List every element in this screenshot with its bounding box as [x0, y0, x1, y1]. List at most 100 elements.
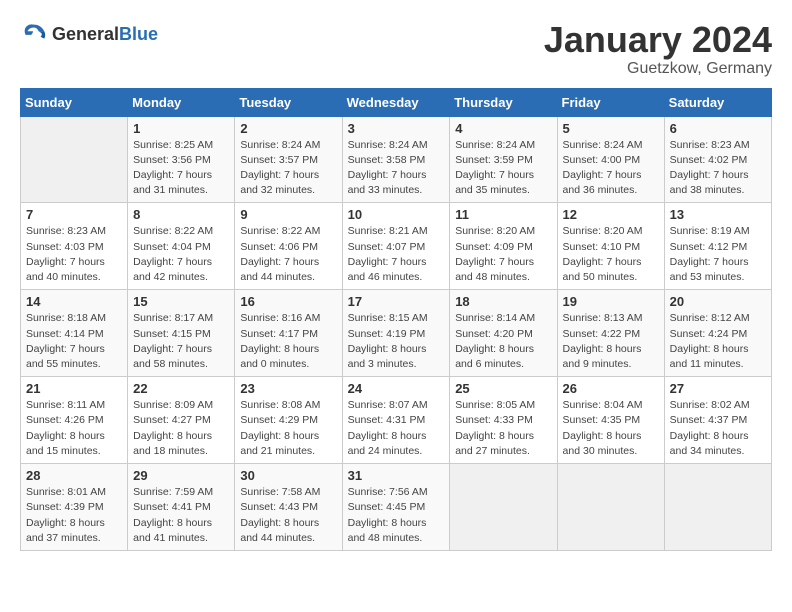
day-info: Sunrise: 8:22 AMSunset: 4:06 PMDaylight:…: [240, 224, 336, 285]
day-info: Sunrise: 8:18 AMSunset: 4:14 PMDaylight:…: [26, 311, 122, 372]
day-info: Sunrise: 8:23 AMSunset: 4:02 PMDaylight:…: [670, 138, 766, 199]
day-number: 21: [26, 381, 122, 396]
day-info: Sunrise: 8:05 AMSunset: 4:33 PMDaylight:…: [455, 398, 551, 459]
day-number: 8: [133, 207, 229, 222]
day-number: 6: [670, 121, 766, 136]
table-row: 15 Sunrise: 8:17 AMSunset: 4:15 PMDaylig…: [128, 290, 235, 377]
day-number: 22: [133, 381, 229, 396]
day-info: Sunrise: 7:59 AMSunset: 4:41 PMDaylight:…: [133, 485, 229, 546]
logo-icon: [20, 20, 48, 48]
day-number: 20: [670, 294, 766, 309]
day-number: 14: [26, 294, 122, 309]
day-info: Sunrise: 8:21 AMSunset: 4:07 PMDaylight:…: [348, 224, 445, 285]
table-row: 26 Sunrise: 8:04 AMSunset: 4:35 PMDaylig…: [557, 377, 664, 464]
calendar-week-4: 28 Sunrise: 8:01 AMSunset: 4:39 PMDaylig…: [21, 464, 772, 551]
table-row: 24 Sunrise: 8:07 AMSunset: 4:31 PMDaylig…: [342, 377, 450, 464]
day-number: 17: [348, 294, 445, 309]
calendar-week-3: 21 Sunrise: 8:11 AMSunset: 4:26 PMDaylig…: [21, 377, 772, 464]
day-info: Sunrise: 8:23 AMSunset: 4:03 PMDaylight:…: [26, 224, 122, 285]
day-number: 29: [133, 468, 229, 483]
table-row: 31 Sunrise: 7:56 AMSunset: 4:45 PMDaylig…: [342, 464, 450, 551]
table-row: 11 Sunrise: 8:20 AMSunset: 4:09 PMDaylig…: [450, 203, 557, 290]
day-number: 30: [240, 468, 336, 483]
logo: GeneralBlue: [20, 20, 158, 48]
day-info: Sunrise: 8:24 AMSunset: 4:00 PMDaylight:…: [563, 138, 659, 199]
day-info: Sunrise: 8:13 AMSunset: 4:22 PMDaylight:…: [563, 311, 659, 372]
logo-blue: Blue: [119, 24, 158, 44]
day-number: 13: [670, 207, 766, 222]
day-info: Sunrise: 8:24 AMSunset: 3:57 PMDaylight:…: [240, 138, 336, 199]
day-info: Sunrise: 8:24 AMSunset: 3:58 PMDaylight:…: [348, 138, 445, 199]
col-thursday: Thursday: [450, 88, 557, 116]
day-number: 9: [240, 207, 336, 222]
table-row: 1 Sunrise: 8:25 AMSunset: 3:56 PMDayligh…: [128, 116, 235, 203]
day-info: Sunrise: 8:11 AMSunset: 4:26 PMDaylight:…: [26, 398, 122, 459]
table-row: 5 Sunrise: 8:24 AMSunset: 4:00 PMDayligh…: [557, 116, 664, 203]
day-info: Sunrise: 8:04 AMSunset: 4:35 PMDaylight:…: [563, 398, 659, 459]
day-number: 5: [563, 121, 659, 136]
day-number: 11: [455, 207, 551, 222]
day-number: 12: [563, 207, 659, 222]
col-wednesday: Wednesday: [342, 88, 450, 116]
day-number: 18: [455, 294, 551, 309]
table-row: 3 Sunrise: 8:24 AMSunset: 3:58 PMDayligh…: [342, 116, 450, 203]
table-row: 22 Sunrise: 8:09 AMSunset: 4:27 PMDaylig…: [128, 377, 235, 464]
day-info: Sunrise: 7:58 AMSunset: 4:43 PMDaylight:…: [240, 485, 336, 546]
day-info: Sunrise: 8:14 AMSunset: 4:20 PMDaylight:…: [455, 311, 551, 372]
calendar-week-0: 1 Sunrise: 8:25 AMSunset: 3:56 PMDayligh…: [21, 116, 772, 203]
day-number: 2: [240, 121, 336, 136]
day-info: Sunrise: 8:20 AMSunset: 4:10 PMDaylight:…: [563, 224, 659, 285]
day-info: Sunrise: 8:01 AMSunset: 4:39 PMDaylight:…: [26, 485, 122, 546]
day-number: 15: [133, 294, 229, 309]
header-row: Sunday Monday Tuesday Wednesday Thursday…: [21, 88, 772, 116]
day-number: 28: [26, 468, 122, 483]
title-area: January 2024 Guetzkow, Germany: [544, 20, 772, 78]
day-info: Sunrise: 8:20 AMSunset: 4:09 PMDaylight:…: [455, 224, 551, 285]
day-number: 1: [133, 121, 229, 136]
table-row: [557, 464, 664, 551]
table-row: 16 Sunrise: 8:16 AMSunset: 4:17 PMDaylig…: [235, 290, 342, 377]
table-row: 18 Sunrise: 8:14 AMSunset: 4:20 PMDaylig…: [450, 290, 557, 377]
day-info: Sunrise: 8:08 AMSunset: 4:29 PMDaylight:…: [240, 398, 336, 459]
day-number: 4: [455, 121, 551, 136]
table-row: 25 Sunrise: 8:05 AMSunset: 4:33 PMDaylig…: [450, 377, 557, 464]
day-info: Sunrise: 8:19 AMSunset: 4:12 PMDaylight:…: [670, 224, 766, 285]
day-number: 25: [455, 381, 551, 396]
col-monday: Monday: [128, 88, 235, 116]
day-info: Sunrise: 8:16 AMSunset: 4:17 PMDaylight:…: [240, 311, 336, 372]
table-row: 9 Sunrise: 8:22 AMSunset: 4:06 PMDayligh…: [235, 203, 342, 290]
table-row: 12 Sunrise: 8:20 AMSunset: 4:10 PMDaylig…: [557, 203, 664, 290]
table-row: 20 Sunrise: 8:12 AMSunset: 4:24 PMDaylig…: [664, 290, 771, 377]
table-row: [21, 116, 128, 203]
table-row: 2 Sunrise: 8:24 AMSunset: 3:57 PMDayligh…: [235, 116, 342, 203]
col-tuesday: Tuesday: [235, 88, 342, 116]
day-number: 24: [348, 381, 445, 396]
day-info: Sunrise: 7:56 AMSunset: 4:45 PMDaylight:…: [348, 485, 445, 546]
day-info: Sunrise: 8:22 AMSunset: 4:04 PMDaylight:…: [133, 224, 229, 285]
table-row: 30 Sunrise: 7:58 AMSunset: 4:43 PMDaylig…: [235, 464, 342, 551]
table-row: 23 Sunrise: 8:08 AMSunset: 4:29 PMDaylig…: [235, 377, 342, 464]
table-row: [450, 464, 557, 551]
table-row: 7 Sunrise: 8:23 AMSunset: 4:03 PMDayligh…: [21, 203, 128, 290]
day-number: 27: [670, 381, 766, 396]
day-info: Sunrise: 8:15 AMSunset: 4:19 PMDaylight:…: [348, 311, 445, 372]
col-friday: Friday: [557, 88, 664, 116]
day-number: 3: [348, 121, 445, 136]
day-number: 7: [26, 207, 122, 222]
day-info: Sunrise: 8:24 AMSunset: 3:59 PMDaylight:…: [455, 138, 551, 199]
day-info: Sunrise: 8:17 AMSunset: 4:15 PMDaylight:…: [133, 311, 229, 372]
day-info: Sunrise: 8:12 AMSunset: 4:24 PMDaylight:…: [670, 311, 766, 372]
calendar-week-2: 14 Sunrise: 8:18 AMSunset: 4:14 PMDaylig…: [21, 290, 772, 377]
table-row: 4 Sunrise: 8:24 AMSunset: 3:59 PMDayligh…: [450, 116, 557, 203]
table-row: 21 Sunrise: 8:11 AMSunset: 4:26 PMDaylig…: [21, 377, 128, 464]
table-row: 19 Sunrise: 8:13 AMSunset: 4:22 PMDaylig…: [557, 290, 664, 377]
month-title: January 2024: [544, 20, 772, 60]
col-saturday: Saturday: [664, 88, 771, 116]
table-row: 14 Sunrise: 8:18 AMSunset: 4:14 PMDaylig…: [21, 290, 128, 377]
table-row: 8 Sunrise: 8:22 AMSunset: 4:04 PMDayligh…: [128, 203, 235, 290]
header: GeneralBlue January 2024 Guetzkow, Germa…: [20, 20, 772, 78]
day-info: Sunrise: 8:09 AMSunset: 4:27 PMDaylight:…: [133, 398, 229, 459]
location-subtitle: Guetzkow, Germany: [544, 60, 772, 78]
col-sunday: Sunday: [21, 88, 128, 116]
table-row: [664, 464, 771, 551]
